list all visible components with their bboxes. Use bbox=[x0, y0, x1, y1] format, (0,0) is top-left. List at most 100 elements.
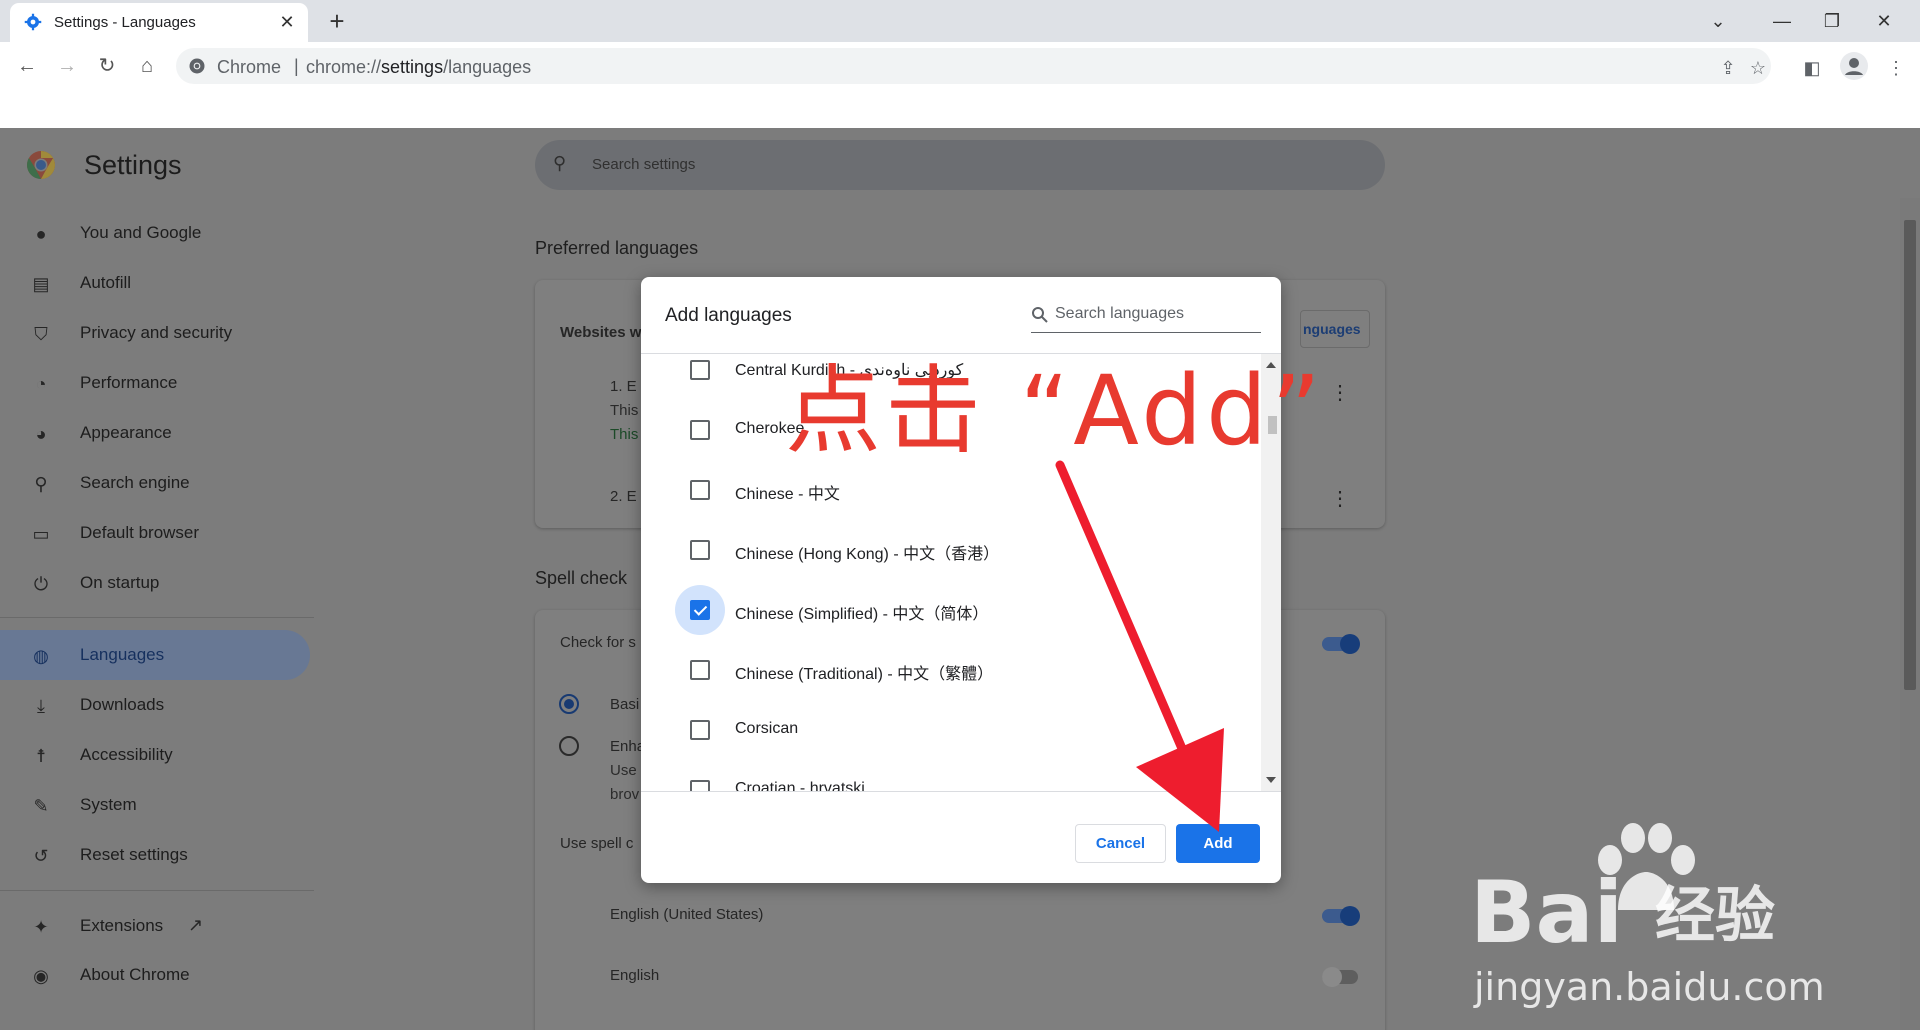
language-name: Chinese (Hong Kong) - 中文（香港） bbox=[735, 546, 1000, 563]
side-panel-icon[interactable]: ◧ bbox=[1800, 56, 1824, 80]
language-checkbox[interactable] bbox=[690, 360, 710, 380]
dialog-title: Add languages bbox=[665, 305, 792, 326]
settings-gear-icon bbox=[24, 13, 42, 31]
spell-language-english-us: English (United States) bbox=[610, 906, 764, 923]
chrome-logo-icon bbox=[189, 58, 205, 74]
language-row-corsican[interactable]: Corsican bbox=[641, 700, 1261, 760]
reload-icon[interactable]: ↻ bbox=[91, 50, 123, 82]
wrench-icon: ✎ bbox=[33, 796, 49, 816]
nav-item-extensions[interactable]: ✦ Extensions ↗ bbox=[0, 901, 310, 951]
websites-text: Websites w bbox=[560, 324, 642, 341]
nav-label: Downloads bbox=[80, 695, 165, 714]
nav-label: Default browser bbox=[80, 523, 200, 542]
nav-item-reset-settings[interactable]: ↺ Reset settings bbox=[0, 830, 310, 880]
nav-divider bbox=[0, 890, 314, 891]
bookmark-bar bbox=[0, 90, 1920, 128]
download-icon: ⤓ bbox=[37, 696, 45, 716]
language-checkbox[interactable] bbox=[690, 780, 710, 791]
tab-title: Settings - Languages bbox=[54, 14, 196, 31]
baidu-jingyan-watermark: Bai 经验 jingyan.baidu.com bbox=[1470, 820, 1890, 1020]
person-icon: ● bbox=[35, 224, 47, 244]
enhanced-desc-line: brov bbox=[610, 786, 640, 803]
add-languages-button[interactable]: nguages bbox=[1300, 310, 1370, 348]
shield-icon: ⛉ bbox=[34, 324, 48, 344]
nav-item-you-and-google[interactable]: ● You and Google bbox=[0, 208, 310, 258]
back-arrow-icon[interactable]: ← bbox=[11, 50, 43, 82]
minimize-button[interactable]: — bbox=[1764, 6, 1800, 36]
search-icon bbox=[1032, 307, 1048, 323]
language-row-croatian[interactable]: Croatian - hrvatski bbox=[641, 760, 1261, 791]
enhanced-spell-check-radio[interactable] bbox=[559, 736, 579, 756]
language-1-name: 1. E bbox=[610, 378, 637, 395]
search-languages-input[interactable] bbox=[1055, 305, 1255, 323]
forward-arrow-icon[interactable]: → bbox=[51, 50, 83, 82]
close-window-button[interactable]: ✕ bbox=[1866, 6, 1902, 36]
cancel-button[interactable]: Cancel bbox=[1075, 824, 1166, 863]
tab-search-icon[interactable]: ⌄ bbox=[1700, 6, 1736, 36]
nav-label: Performance bbox=[80, 373, 178, 392]
address-bar[interactable]: Chrome | chrome://settings/languages ⇪ ☆ bbox=[176, 48, 1771, 84]
nav-label: System bbox=[80, 795, 137, 814]
nav-label: Accessibility bbox=[80, 745, 173, 764]
language-row-chinese-hong-kong[interactable]: Chinese (Hong Kong) - 中文（香港） bbox=[641, 520, 1261, 580]
url-text: chrome://settings/languages bbox=[306, 57, 532, 77]
spell-check-title: Spell check bbox=[535, 568, 628, 588]
browser-toolbar: ← → ↻ ⌂ Chrome | chrome://settings/langu… bbox=[0, 42, 1920, 90]
page-scrollbar[interactable] bbox=[1900, 198, 1920, 1030]
share-icon[interactable]: ⇪ bbox=[1716, 56, 1740, 80]
url-separator: | bbox=[294, 56, 299, 76]
nav-item-appearance[interactable]: ◕ Appearance bbox=[0, 408, 310, 458]
nav-item-privacy-and-security[interactable]: ⛉ Privacy and security bbox=[0, 308, 310, 358]
browser-tab-settings[interactable]: Settings - Languages ✕ bbox=[10, 3, 308, 42]
more-actions-icon[interactable]: ⋮ bbox=[1330, 380, 1350, 405]
restore-button[interactable]: ❐ bbox=[1814, 6, 1850, 36]
nav-label: You and Google bbox=[80, 223, 202, 242]
speedometer-icon: ◔ bbox=[35, 374, 47, 394]
search-settings-input[interactable]: ⚲ Search settings bbox=[535, 140, 1385, 190]
add-button[interactable]: Add bbox=[1176, 824, 1260, 863]
basic-spell-check-radio[interactable] bbox=[559, 694, 579, 714]
language-row-chinese[interactable]: Chinese - 中文 bbox=[641, 460, 1261, 520]
tab-close-icon[interactable]: ✕ bbox=[276, 11, 298, 33]
language-row-chinese-simplified[interactable]: Chinese (Simplified) - 中文（简体） bbox=[641, 580, 1261, 640]
nav-item-performance[interactable]: ◔ Performance bbox=[0, 358, 310, 408]
nav-item-search-engine[interactable]: ⚲ Search engine bbox=[0, 458, 310, 508]
nav-item-on-startup[interactable]: ⏻ On startup bbox=[0, 558, 310, 608]
nav-item-downloads[interactable]: ⤓ Downloads bbox=[0, 680, 310, 730]
nav-label: Appearance bbox=[80, 423, 172, 442]
watermark-brand: Bai bbox=[1470, 863, 1624, 963]
site-label: Chrome bbox=[217, 57, 282, 77]
nav-item-languages[interactable]: ◍ Languages bbox=[0, 630, 310, 680]
language-checkbox[interactable] bbox=[690, 540, 710, 560]
menu-kebab-icon[interactable]: ⋮ bbox=[1884, 56, 1908, 80]
puzzle-icon: ✦ bbox=[33, 917, 49, 937]
more-actions-icon[interactable]: ⋮ bbox=[1330, 486, 1350, 511]
profile-avatar-icon[interactable] bbox=[1840, 52, 1868, 80]
bookmark-star-icon[interactable]: ☆ bbox=[1746, 56, 1770, 80]
nav-item-system[interactable]: ✎ System bbox=[0, 780, 310, 830]
nav-item-about-chrome[interactable]: ◉ About Chrome bbox=[0, 950, 310, 1000]
power-icon: ⏻ bbox=[33, 574, 49, 594]
search-languages-field[interactable] bbox=[1031, 301, 1261, 333]
language-checkbox[interactable] bbox=[690, 720, 710, 740]
scroll-down-arrow-icon[interactable] bbox=[1266, 777, 1276, 783]
home-icon[interactable]: ⌂ bbox=[131, 50, 163, 82]
use-spell-check-for-label: Use spell c bbox=[560, 835, 634, 852]
accessibility-icon: ☨ bbox=[36, 746, 46, 766]
language-checkbox-checked[interactable] bbox=[690, 600, 710, 620]
nav-item-accessibility[interactable]: ☨ Accessibility bbox=[0, 730, 310, 780]
basic-spell-check-label: Basi bbox=[610, 696, 640, 713]
language-name: Chinese (Traditional) - 中文（繁體） bbox=[735, 666, 994, 683]
language-checkbox[interactable] bbox=[690, 660, 710, 680]
new-tab-button[interactable]: + bbox=[322, 6, 352, 36]
nav-label: Privacy and security bbox=[80, 323, 233, 342]
language-checkbox[interactable] bbox=[690, 480, 710, 500]
nav-item-autofill[interactable]: ▤ Autofill bbox=[0, 258, 310, 308]
language-row-chinese-traditional[interactable]: Chinese (Traditional) - 中文（繁體） bbox=[641, 640, 1261, 700]
external-link-icon: ↗ bbox=[188, 915, 204, 935]
clipboard-icon: ▤ bbox=[32, 274, 50, 294]
language-checkbox[interactable] bbox=[690, 420, 710, 440]
add-languages-label: nguages bbox=[1303, 321, 1361, 337]
search-settings-placeholder: Search settings bbox=[592, 156, 696, 173]
nav-item-default-browser[interactable]: ▭ Default browser bbox=[0, 508, 310, 558]
